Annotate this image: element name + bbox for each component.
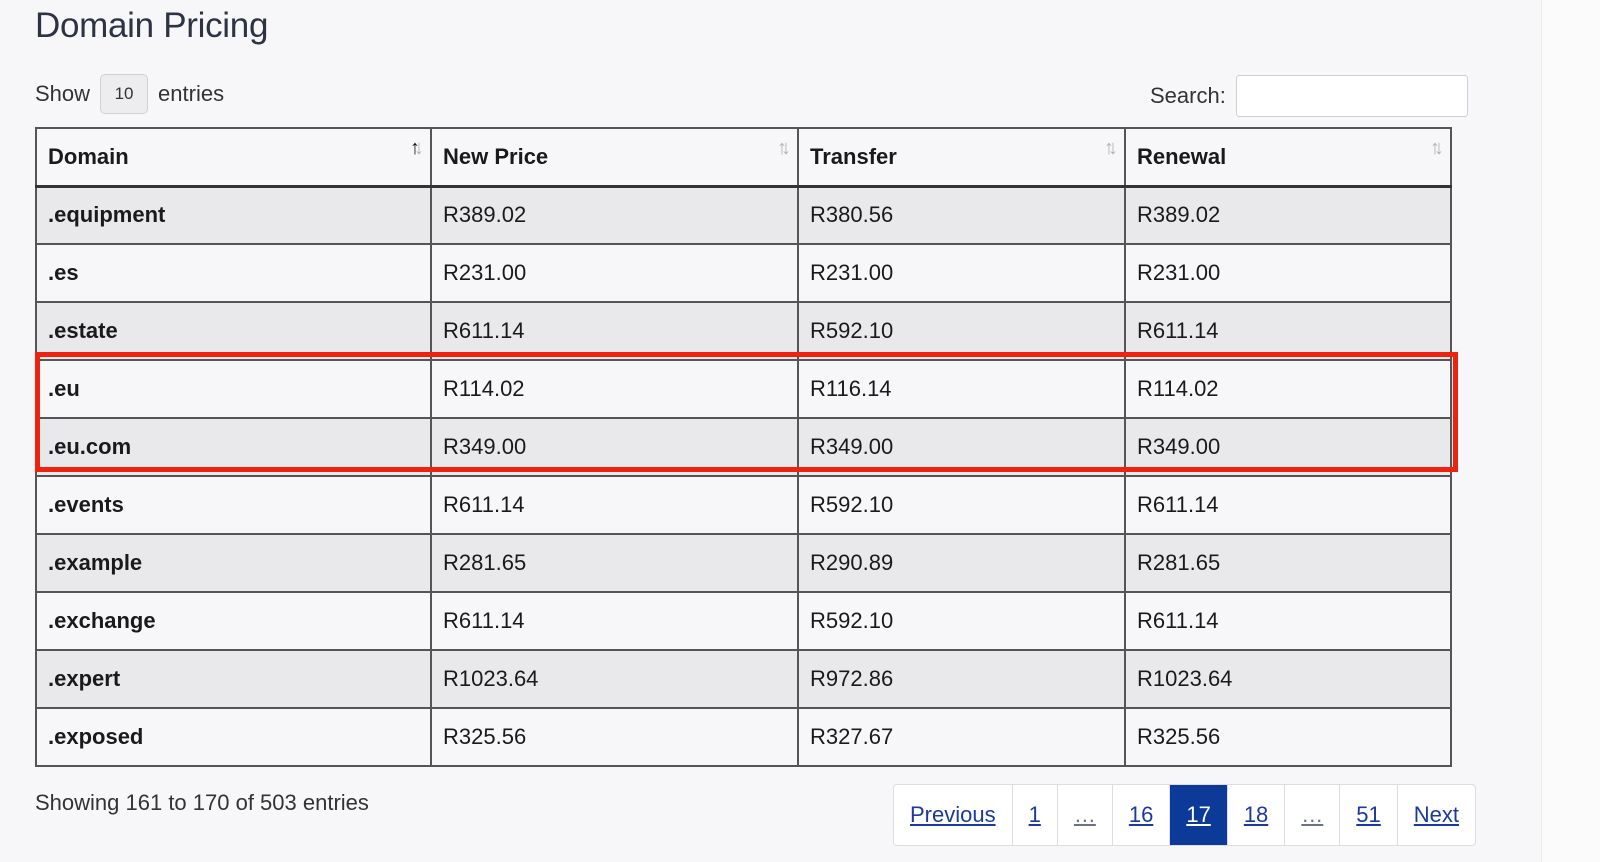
- domain-cell: .example: [35, 533, 432, 593]
- search-input[interactable]: [1235, 75, 1468, 117]
- page-button-16[interactable]: 16: [1111, 785, 1169, 845]
- transfer-cell: R349.00: [797, 417, 1126, 477]
- new-price-cell: R349.00: [430, 417, 799, 477]
- sort-arrows-icon: ↑↓: [410, 137, 424, 159]
- show-label: Show: [35, 81, 91, 106]
- entries-label: entries: [158, 81, 225, 106]
- table-info: Showing 161 to 170 of 503 entries: [35, 790, 369, 815]
- renewal-cell: R1023.64: [1124, 649, 1452, 709]
- domain-cell: .events: [35, 475, 432, 535]
- domain-cell: .es: [35, 243, 432, 303]
- sort-arrows-icon: ↑↓: [1104, 137, 1118, 159]
- domain-cell: .expert: [35, 649, 432, 709]
- transfer-cell: R592.10: [797, 301, 1126, 361]
- domain-cell: .equipment: [35, 185, 432, 245]
- table-row: .eu.com R349.00 R349.00 R349.00: [35, 417, 1452, 477]
- domain-cell: .eu: [35, 359, 432, 419]
- table-row: .exchange R611.14 R592.10 R611.14: [35, 591, 1452, 651]
- search-label: Search:: [1150, 83, 1226, 108]
- domain-cell: .exchange: [35, 591, 432, 651]
- next-page-button[interactable]: Next: [1396, 785, 1475, 845]
- renewal-cell: R281.65: [1124, 533, 1452, 593]
- transfer-cell: R972.86: [797, 649, 1126, 709]
- new-price-cell: R611.14: [430, 475, 799, 535]
- table-row: .expert R1023.64 R972.86 R1023.64: [35, 649, 1452, 709]
- renewal-cell: R114.02: [1124, 359, 1452, 419]
- column-header-label: Domain: [48, 143, 129, 169]
- table-row: .es R231.00 R231.00 R231.00: [35, 243, 1452, 303]
- transfer-cell: R380.56: [797, 185, 1126, 245]
- new-price-cell: R114.02: [430, 359, 799, 419]
- pagination: Previous 1… 16 17 18… 51 Next: [893, 784, 1477, 846]
- column-header-new-price[interactable]: New Price ↑↓: [430, 127, 799, 188]
- table-row: .exposed R325.56 R327.67 R325.56: [35, 707, 1452, 767]
- page-button-18[interactable]: 18: [1226, 785, 1284, 845]
- column-header-label: Renewal: [1137, 143, 1227, 169]
- sort-arrows-icon: ↑↓: [777, 137, 791, 159]
- sort-arrows-icon: ↑↓: [1430, 137, 1444, 159]
- new-price-cell: R389.02: [430, 185, 799, 245]
- new-price-cell: R231.00: [430, 243, 799, 303]
- page-right-strip: [1541, 0, 1600, 862]
- domain-cell: .eu.com: [35, 417, 432, 477]
- table-row: .events R611.14 R592.10 R611.14: [35, 475, 1452, 535]
- domain-cell: .exposed: [35, 707, 432, 767]
- page-button-1[interactable]: 1: [1011, 785, 1057, 845]
- domain-cell: .estate: [35, 301, 432, 361]
- column-header-renewal[interactable]: Renewal ↑↓: [1124, 127, 1452, 188]
- column-header-transfer[interactable]: Transfer ↑↓: [797, 127, 1126, 188]
- page-button-51[interactable]: 51: [1339, 785, 1396, 845]
- renewal-cell: R349.00: [1124, 417, 1452, 477]
- column-header-label: Transfer: [810, 143, 897, 169]
- previous-page-button[interactable]: Previous: [894, 785, 1012, 845]
- search-control: Search:: [1150, 74, 1468, 118]
- pricing-table: Domain ↑↓ New Price ↑↓ Transfer ↑↓ Renewal ↑↓ .…: [35, 127, 1452, 767]
- transfer-cell: R327.67: [797, 707, 1126, 767]
- table-body: .equipment R389.02 R380.56 R389.02 .es R231.0…: [35, 185, 1452, 767]
- page-title: Domain Pricing: [35, 6, 269, 45]
- new-price-cell: R281.65: [430, 533, 799, 593]
- transfer-cell: R231.00: [797, 243, 1126, 303]
- renewal-cell: R611.14: [1124, 475, 1452, 535]
- entries-length-select[interactable]: 10: [100, 74, 149, 114]
- column-header-domain[interactable]: Domain ↑↓: [35, 127, 432, 188]
- renewal-cell: R231.00: [1124, 243, 1452, 303]
- table-header-row: Domain ↑↓ New Price ↑↓ Transfer ↑↓ Renewal ↑↓: [35, 127, 1452, 188]
- renewal-cell: R389.02: [1124, 185, 1452, 245]
- transfer-cell: R116.14: [797, 359, 1126, 419]
- table-row: .eu R114.02 R116.14 R114.02: [35, 359, 1452, 419]
- table-row: .equipment R389.02 R380.56 R389.02: [35, 185, 1452, 245]
- pagination-ellipsis: …: [1284, 785, 1339, 845]
- table-row: .example R281.65 R290.89 R281.65: [35, 533, 1452, 593]
- renewal-cell: R325.56: [1124, 707, 1452, 767]
- transfer-cell: R290.89: [797, 533, 1126, 593]
- table-row: .estate R611.14 R592.10 R611.14: [35, 301, 1452, 361]
- new-price-cell: R611.14: [430, 301, 799, 361]
- new-price-cell: R1023.64: [430, 649, 799, 709]
- new-price-cell: R325.56: [430, 707, 799, 767]
- column-header-label: New Price: [443, 143, 549, 169]
- transfer-cell: R592.10: [797, 591, 1126, 651]
- transfer-cell: R592.10: [797, 475, 1126, 535]
- pagination-ellipsis: …: [1056, 785, 1112, 845]
- page-button-17[interactable]: 17: [1169, 785, 1227, 845]
- renewal-cell: R611.14: [1124, 591, 1452, 651]
- entries-length-control: Show 10 entries: [35, 74, 224, 114]
- new-price-cell: R611.14: [430, 591, 799, 651]
- renewal-cell: R611.14: [1124, 301, 1452, 361]
